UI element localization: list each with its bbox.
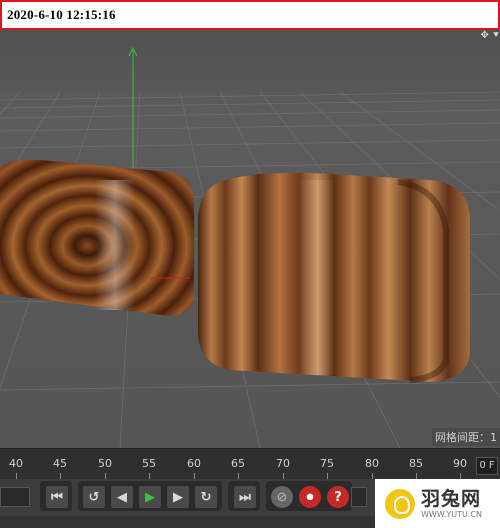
tick-label: 90 [453,457,467,470]
help-icon: ? [334,489,342,505]
left-wood-block [0,159,194,316]
record-button[interactable]: ⏺ [298,485,322,509]
logo-name: 羽兔网 [421,487,482,510]
tick-label: 55 [142,457,156,470]
next-frame-icon: ▶ [173,489,183,505]
tick-label: 85 [409,457,423,470]
next-key-button[interactable]: ↻ [194,485,218,509]
keyframe-icon: ⊘ [276,489,288,505]
timestamp-text: 2020-6-10 12:15:16 [7,7,116,22]
logo-text: 羽兔网 WWW.YUTU.CN [421,488,482,520]
go-to-end-icon: ⏭ [239,489,251,505]
grid-spacing-label: 网格间距：1 [432,428,500,446]
play-button[interactable]: ▶ [138,485,162,509]
current-frame-field[interactable]: 0 F [476,457,498,475]
timeline-ruler[interactable]: 40 45 50 55 60 65 70 75 80 85 90 0 F [0,448,500,479]
viewport-nav-icons[interactable]: ✥ ⯆ [472,30,500,42]
timestamp-bar: 2020-6-10 12:15:16 [0,0,500,30]
start-frame-field[interactable] [0,487,30,507]
tick-label: 45 [53,457,67,470]
go-to-start-icon: ⏮ [51,489,63,505]
tick-label: 50 [98,457,112,470]
prev-key-button[interactable]: ↺ [82,485,106,509]
right-wood-block [198,172,470,383]
watermark-logo: 羽兔网 WWW.YUTU.CN [375,479,500,528]
viewport-scene [0,30,500,448]
go-to-start-button[interactable]: ⏮ [45,485,69,509]
go-to-end-button[interactable]: ⏭ [233,485,257,509]
tick-label: 80 [365,457,379,470]
3d-viewport[interactable]: ✥ ⯆ 网格间距：1 [0,30,500,448]
rabbit-logo-icon [385,488,415,519]
end-frame-field[interactable] [351,487,367,507]
tick-label: 70 [276,457,290,470]
keyframe-button[interactable]: ⊘ [270,485,294,509]
record-icon: ⏺ [306,489,314,505]
next-frame-button[interactable]: ▶ [166,485,190,509]
prev-frame-button[interactable]: ◀ [110,485,134,509]
tick-label: 40 [9,457,23,470]
tick-label: 60 [187,457,201,470]
tick-label: 75 [320,457,334,470]
prev-frame-icon: ◀ [117,489,127,505]
prev-key-icon: ↺ [88,489,100,505]
play-icon: ▶ [145,489,155,505]
tick-label: 65 [231,457,245,470]
next-key-icon: ↻ [200,489,212,505]
help-button[interactable]: ? [326,485,350,509]
logo-url: WWW.YUTU.CN [421,509,482,519]
